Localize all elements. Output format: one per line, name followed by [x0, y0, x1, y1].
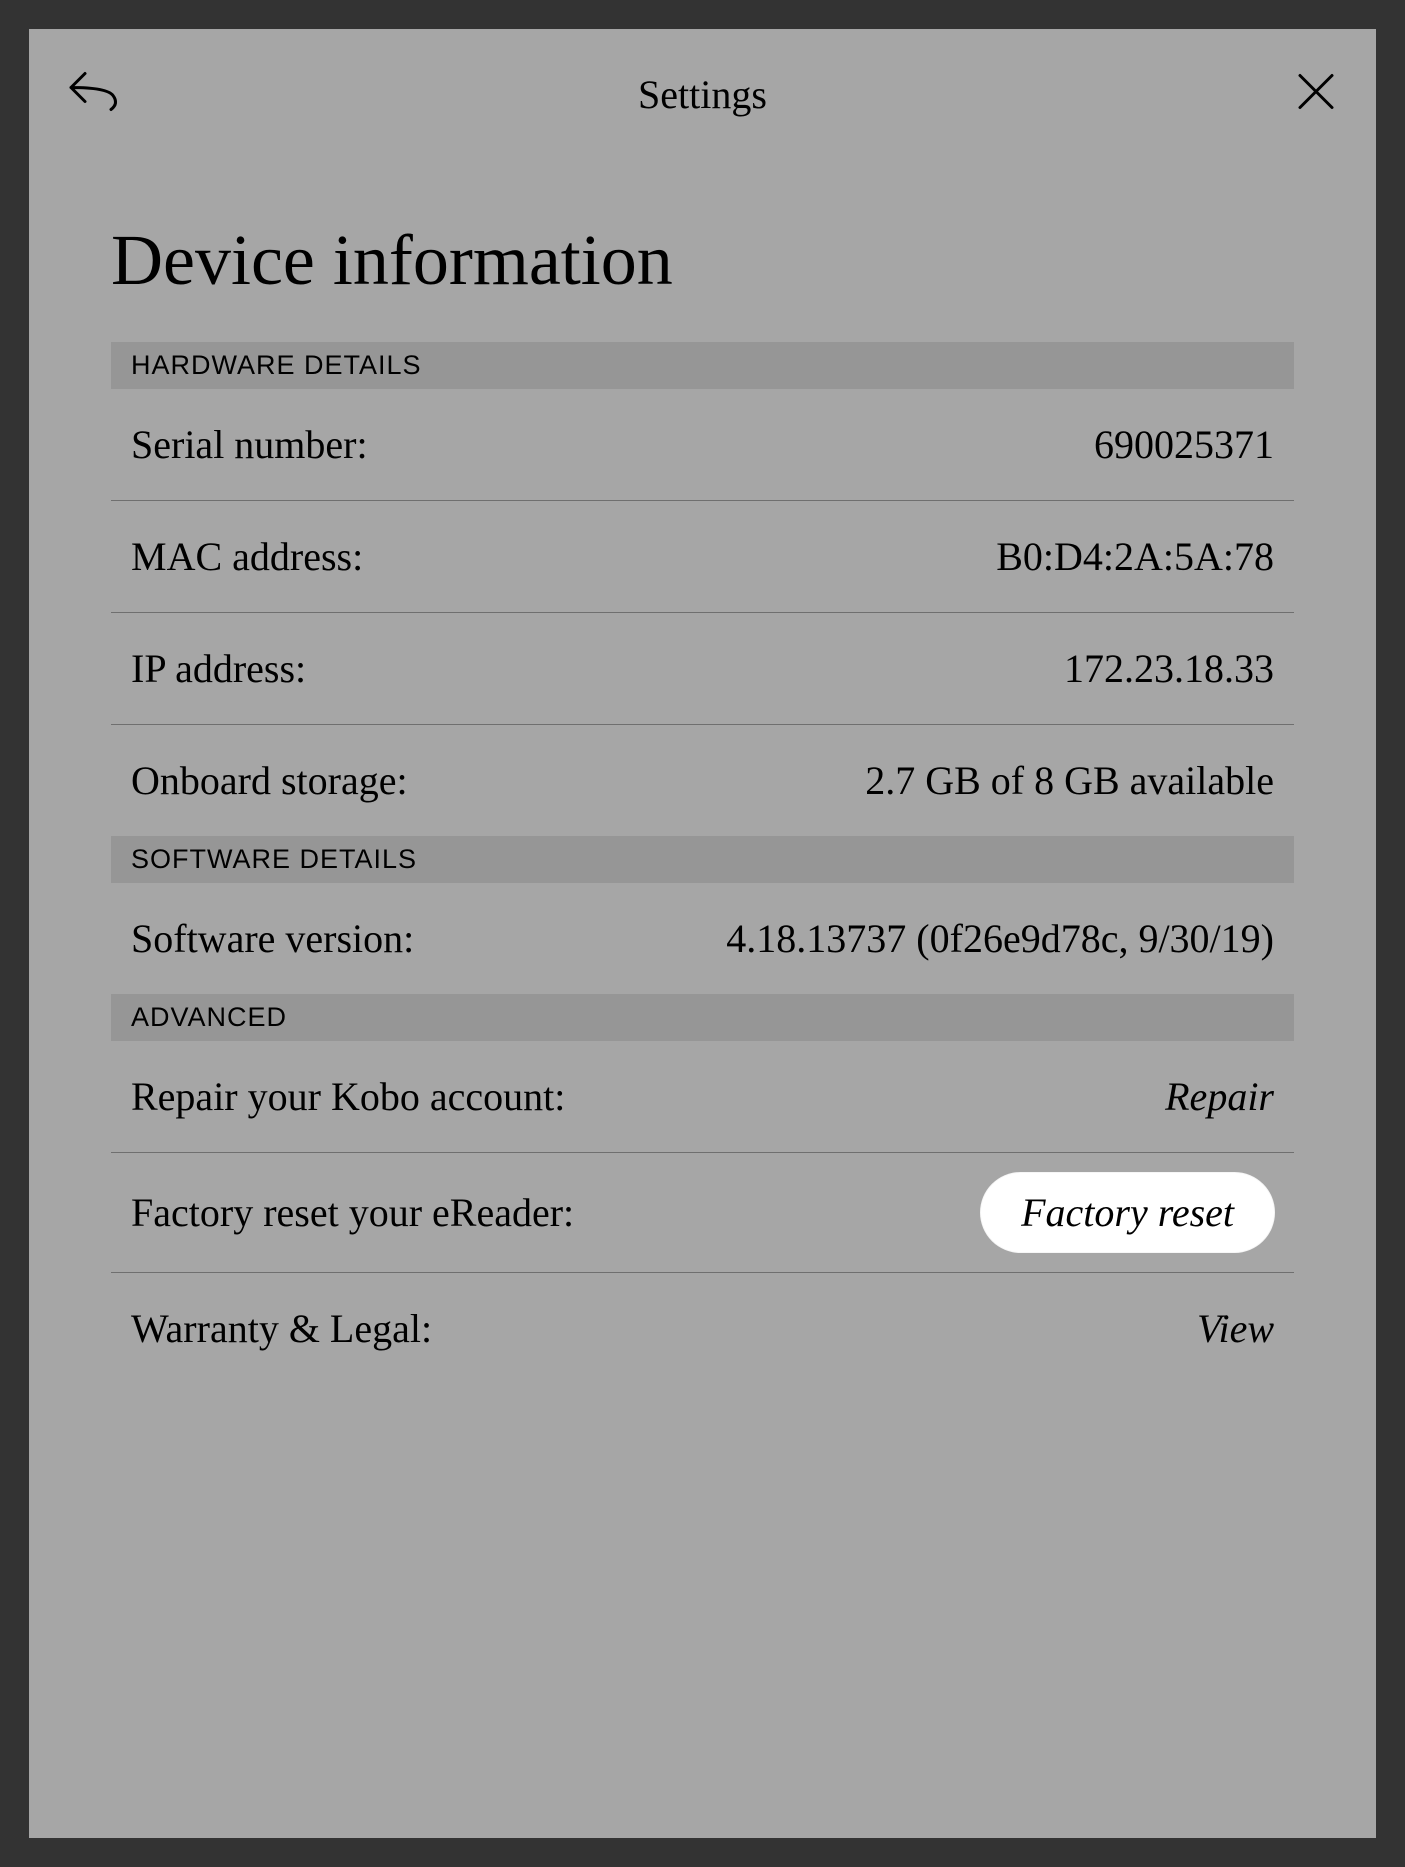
mac-address-label: MAC address:: [131, 533, 363, 580]
header-bar: Settings: [29, 29, 1376, 159]
factory-reset-row: Factory reset your eReader: Factory rese…: [111, 1153, 1294, 1273]
warranty-label: Warranty & Legal:: [131, 1305, 432, 1352]
hardware-section: HARDWARE DETAILS Serial number: 69002537…: [111, 342, 1294, 836]
ip-address-label: IP address:: [131, 645, 306, 692]
mac-address-row: MAC address: B0:D4:2A:5A:78: [111, 501, 1294, 613]
repair-button[interactable]: Repair: [1165, 1073, 1274, 1120]
content-area: Device information HARDWARE DETAILS Seri…: [29, 219, 1376, 1384]
software-section: SOFTWARE DETAILS Software version: 4.18.…: [111, 836, 1294, 994]
storage-value: 2.7 GB of 8 GB available: [865, 757, 1274, 804]
software-version-value: 4.18.13737 (0f26e9d78c, 9/30/19): [726, 915, 1274, 962]
header-title: Settings: [638, 71, 767, 118]
software-version-row: Software version: 4.18.13737 (0f26e9d78c…: [111, 883, 1294, 994]
storage-row: Onboard storage: 2.7 GB of 8 GB availabl…: [111, 725, 1294, 836]
back-button[interactable]: [67, 70, 121, 119]
repair-account-label: Repair your Kobo account:: [131, 1073, 565, 1120]
repair-account-row: Repair your Kobo account: Repair: [111, 1041, 1294, 1153]
ip-address-value: 172.23.18.33: [1064, 645, 1274, 692]
warranty-row: Warranty & Legal: View: [111, 1273, 1294, 1384]
page-title: Device information: [111, 219, 1294, 302]
serial-number-value: 690025371: [1094, 421, 1274, 468]
back-arrow-icon: [67, 70, 121, 114]
serial-number-row: Serial number: 690025371: [111, 389, 1294, 501]
close-button[interactable]: [1294, 70, 1338, 119]
warranty-view-button[interactable]: View: [1197, 1305, 1274, 1352]
factory-reset-button[interactable]: Factory reset: [981, 1173, 1274, 1252]
hardware-section-header: HARDWARE DETAILS: [111, 342, 1294, 389]
advanced-section: ADVANCED Repair your Kobo account: Repai…: [111, 994, 1294, 1384]
software-section-header: SOFTWARE DETAILS: [111, 836, 1294, 883]
close-icon: [1294, 70, 1338, 114]
mac-address-value: B0:D4:2A:5A:78: [996, 533, 1274, 580]
advanced-section-header: ADVANCED: [111, 994, 1294, 1041]
software-version-label: Software version:: [131, 915, 414, 962]
ip-address-row: IP address: 172.23.18.33: [111, 613, 1294, 725]
settings-screen: Settings Device information HARDWARE DET…: [29, 29, 1376, 1838]
storage-label: Onboard storage:: [131, 757, 408, 804]
factory-reset-label: Factory reset your eReader:: [131, 1189, 574, 1236]
serial-number-label: Serial number:: [131, 421, 368, 468]
